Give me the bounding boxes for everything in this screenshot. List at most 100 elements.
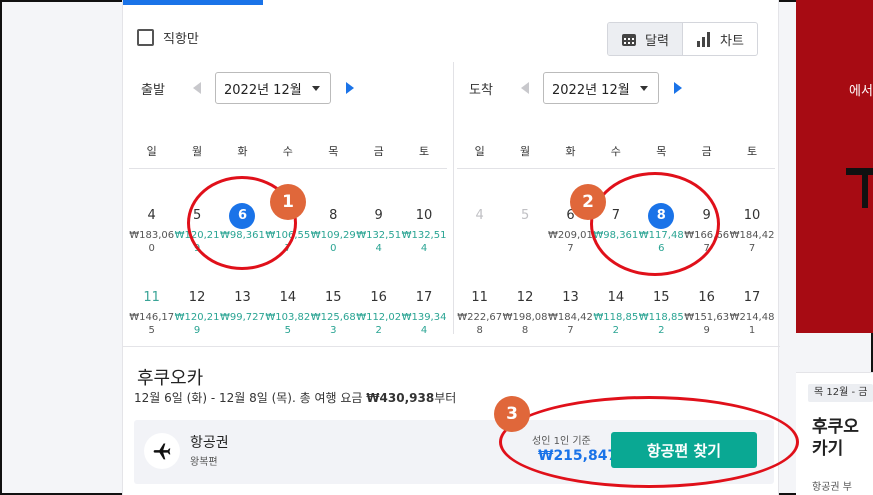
chart-view-label: 차트 — [720, 33, 744, 49]
annotation-marker-1: 1 — [270, 184, 306, 220]
departure-next-month-icon[interactable] — [346, 82, 354, 94]
calendar-view-button[interactable]: 달력 — [608, 23, 683, 55]
weekday-label: 수 — [282, 145, 293, 158]
day-price: ₩146,175 — [129, 312, 175, 336]
day-price: ₩184,427 — [548, 312, 593, 336]
day-cell[interactable]: 15 ₩118,852 — [639, 285, 684, 349]
weekday-label: 토 — [418, 145, 430, 158]
departure-prev-month-icon[interactable] — [193, 82, 201, 94]
trip-summary-dates: 12월 6일 (화) - 12월 8일 (목). 총 여행 요금 — [134, 391, 363, 405]
chevron-down-icon — [640, 85, 648, 91]
arrival-prev-month-icon[interactable] — [521, 82, 529, 94]
chart-view-button[interactable]: 차트 — [683, 23, 757, 55]
day-price: ₩99,727 — [220, 312, 265, 323]
direct-only-label: 직항만 — [163, 32, 199, 47]
view-toggle: 달력 차트 — [607, 22, 758, 56]
weekday-label: 화 — [565, 145, 576, 158]
day-cell[interactable]: 13 ₩184,427 — [548, 285, 593, 349]
day-price: ₩132,514 — [356, 230, 402, 254]
day-cell[interactable]: 11 ₩222,678 — [457, 285, 502, 349]
weekday-label: 일 — [474, 145, 485, 158]
airplane-icon — [144, 433, 180, 469]
departure-month-header: 출발 2022년 12월 — [141, 72, 354, 104]
arrival-label: 도착 — [469, 82, 493, 98]
day-price: ₩132,514 — [401, 230, 447, 254]
weekday-label: 월 — [520, 145, 531, 158]
departure-label: 출발 — [141, 82, 165, 98]
day-cell-disabled: 4 — [475, 208, 484, 223]
day-price: ₩120,219 — [174, 312, 220, 336]
day-price: ₩118,852 — [638, 312, 684, 336]
day-price: ₩183,060 — [129, 230, 175, 254]
day-price: ₩139,344 — [401, 312, 447, 336]
roundtrip-label: 왕복편 — [190, 457, 218, 468]
day-price: ₩112,022 — [356, 312, 402, 336]
day-price: ₩125,683 — [310, 312, 356, 336]
day-price: ₩222,678 — [457, 312, 503, 336]
direct-only-filter[interactable]: 직항만 — [137, 28, 199, 47]
calendar-divider — [453, 62, 454, 334]
day-cell[interactable]: 10 ₩132,514 — [401, 203, 447, 285]
weekday-label: 월 — [192, 145, 203, 158]
annotation-marker-3: 3 — [494, 396, 530, 432]
calendar-view-label: 달력 — [645, 33, 669, 49]
bar-chart-icon — [697, 32, 711, 47]
day-price: ₩103,825 — [265, 312, 311, 336]
departure-month-select[interactable]: 2022년 12월 — [215, 72, 331, 104]
section-divider — [123, 346, 780, 347]
day-price: ₩214,481 — [729, 312, 775, 336]
day-price: ₩109,290 — [310, 230, 356, 254]
active-tab-indicator — [123, 0, 263, 5]
departure-month-value: 2022년 12월 — [224, 82, 302, 98]
day-cell[interactable]: 14 ₩103,825 — [265, 285, 310, 349]
annotation-marker-2: 2 — [570, 184, 606, 220]
arrival-month-header: 도착 2022년 12월 — [469, 72, 682, 104]
ad-graphic — [846, 168, 873, 175]
weekday-label: 목 — [656, 145, 667, 158]
day-cell[interactable]: 12 ₩198,088 — [502, 285, 548, 349]
destination-city: 후쿠오카 — [137, 368, 204, 389]
weekday-label: 목 — [328, 145, 339, 158]
weekday-label: 수 — [610, 145, 621, 158]
annotation-ring-arrival — [590, 172, 720, 276]
day-cell[interactable]: 16 ₩112,022 — [356, 285, 401, 349]
day-cell-disabled: 5 — [520, 208, 530, 223]
side-deal-date-badge: 목 12월 - 금 — [808, 384, 873, 402]
day-cell[interactable]: 11 ₩146,175 — [129, 285, 174, 349]
day-cell[interactable]: 17 ₩139,344 — [401, 285, 447, 349]
side-deal-city: 후쿠오카기 — [812, 417, 859, 459]
weekday-label: 일 — [146, 145, 157, 158]
day-price: ₩184,427 — [729, 230, 775, 254]
annotation-ring-search — [499, 396, 799, 488]
weekday-label: 금 — [701, 145, 712, 158]
day-cell[interactable]: 16 ₩151,639 — [684, 285, 729, 349]
day-cell[interactable]: 13 ₩99,727 — [220, 285, 265, 349]
weekday-label: 금 — [373, 145, 384, 158]
day-price: ₩118,852 — [593, 312, 639, 336]
day-cell[interactable]: 10 ₩184,427 — [729, 203, 775, 285]
arrival-month-value: 2022년 12월 — [552, 82, 630, 98]
day-cell[interactable]: 15 ₩125,683 — [311, 285, 356, 349]
day-cell[interactable]: 12 ₩120,219 — [174, 285, 220, 349]
calendar-icon — [622, 33, 637, 46]
arrival-next-month-icon[interactable] — [674, 82, 682, 94]
day-cell[interactable]: 8 ₩109,290 — [311, 203, 356, 285]
arrival-month-select[interactable]: 2022년 12월 — [543, 72, 659, 104]
ad-text: 에서 — [849, 84, 873, 99]
day-cell[interactable]: 4 ₩183,060 — [129, 203, 174, 285]
direct-only-checkbox[interactable] — [137, 29, 154, 46]
day-price: ₩151,639 — [684, 312, 730, 336]
weekday-label: 화 — [237, 145, 248, 158]
day-cell[interactable]: 9 ₩132,514 — [356, 203, 401, 285]
ticket-label: 항공권 — [190, 435, 229, 451]
trip-summary: 12월 6일 (화) - 12월 8일 (목). 총 여행 요금 ₩430,93… — [134, 389, 456, 406]
trip-summary-total: ₩430,938 — [366, 391, 435, 405]
ad-banner[interactable] — [796, 0, 873, 333]
side-deal-sub: 항공권 부 — [812, 482, 852, 493]
chevron-down-icon — [312, 85, 320, 91]
day-cell[interactable]: 14 ₩118,852 — [593, 285, 638, 349]
weekday-label: 토 — [746, 145, 758, 158]
trip-summary-suffix: 부터 — [434, 391, 457, 405]
day-price: ₩209,017 — [548, 230, 593, 254]
day-cell[interactable]: 17 ₩214,481 — [729, 285, 775, 349]
